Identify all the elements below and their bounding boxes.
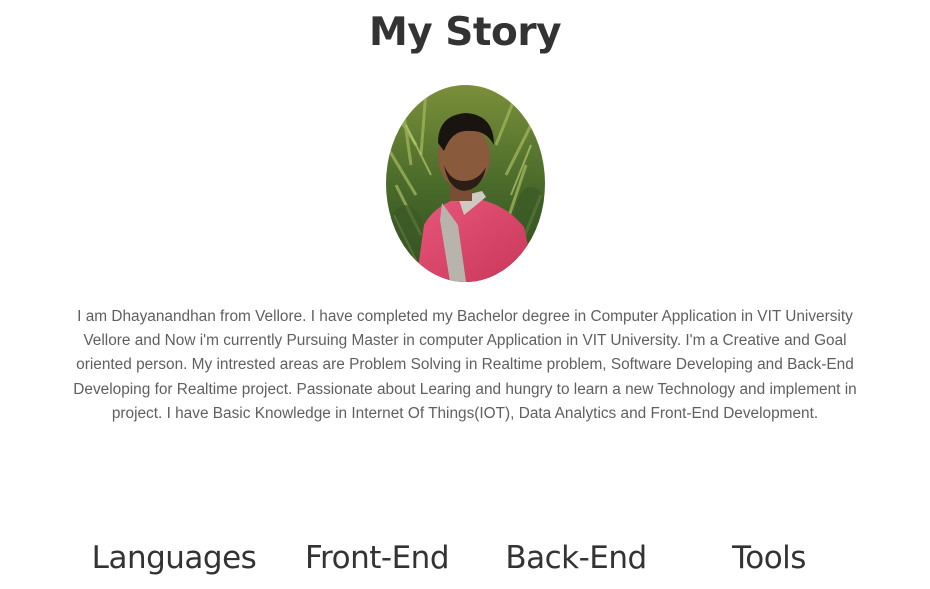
section-title: My Story: [369, 10, 562, 55]
skill-category-tools: Tools: [732, 540, 806, 576]
profile-photo: [386, 85, 545, 282]
bio-paragraph: I am Dhayanandhan from Vellore. I have c…: [73, 308, 857, 422]
skill-category-front-end: Front-End: [304, 540, 450, 576]
skill-category-back-end: Back-End: [505, 540, 647, 576]
page: My Story I am Dhayanandhan from Vellore.…: [0, 0, 930, 589]
skills-row: Languages Front-End Back-End Tools: [0, 536, 930, 586]
skill-category-languages: Languages: [91, 540, 257, 576]
